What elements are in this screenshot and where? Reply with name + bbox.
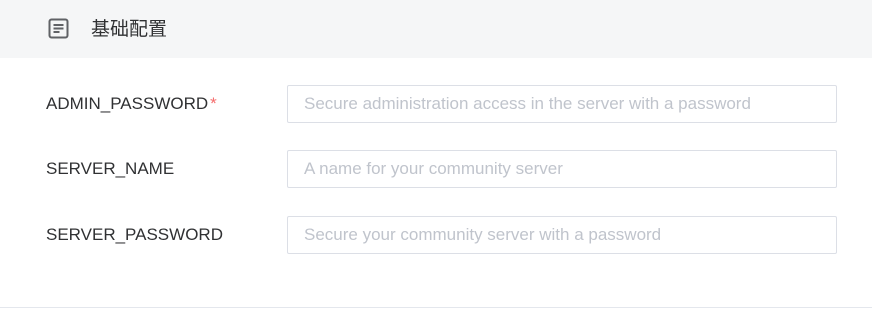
form-row-admin-password: ADMIN_PASSWORD * [0, 85, 872, 123]
required-mark: * [210, 94, 217, 113]
document-list-icon [47, 17, 70, 40]
basic-config-panel: 基础配置 ADMIN_PASSWORD* SERVER_NAME SERVER_… [0, 0, 872, 311]
panel-header: 基础配置 [0, 0, 872, 58]
server-password-input[interactable] [287, 216, 837, 254]
server-name-label: SERVER_NAME [46, 159, 175, 178]
server-password-label: SERVER_PASSWORD [46, 225, 223, 244]
server-name-input[interactable] [287, 150, 837, 188]
admin-password-label: ADMIN_PASSWORD * [46, 85, 217, 123]
panel-title: 基础配置 [91, 18, 168, 40]
form-row-server-password: SERVER_PASSWORD [0, 216, 872, 254]
form-row-server-name: SERVER_NAME [0, 150, 872, 188]
admin-password-input[interactable] [287, 85, 837, 123]
admin-password-label-text: ADMIN_PASSWORD [46, 94, 209, 113]
bottom-divider [0, 307, 872, 308]
